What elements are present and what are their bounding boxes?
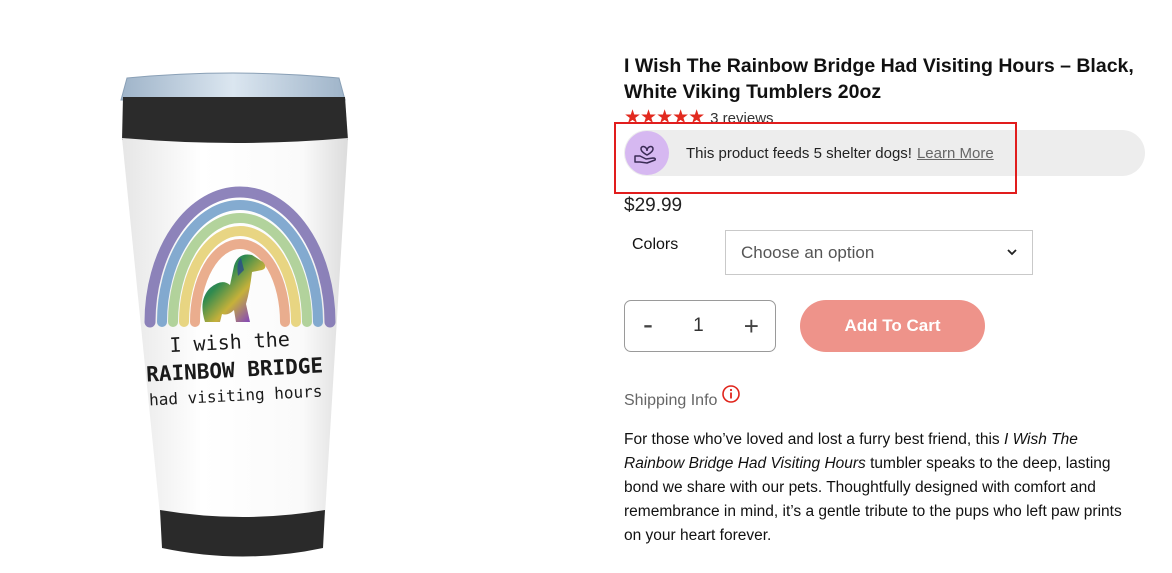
heart-in-hand-icon <box>625 131 669 175</box>
learn-more-link[interactable]: Learn More <box>917 145 994 162</box>
product-title: I Wish The Rainbow Bridge Had Visiting H… <box>624 55 1134 104</box>
product-image[interactable]: I wish the RAINBOW BRIDGE had visiting h… <box>0 0 560 568</box>
rating-row: ★★★★★ 3 reviews <box>624 108 774 128</box>
product-price: $29.99 <box>624 195 683 216</box>
product-description: For those who’ve loved and lost a furry … <box>624 428 1124 548</box>
chevron-down-icon <box>1007 249 1017 256</box>
quantity-increase-button[interactable]: + <box>744 313 759 339</box>
shipping-info-label: Shipping Info <box>624 392 718 409</box>
product-info: I Wish The Rainbow Bridge Had Visiting H… <box>614 0 1154 568</box>
shipping-info[interactable]: Shipping Info <box>624 384 741 410</box>
colors-label: Colors <box>632 236 679 253</box>
color-select-value: Choose an option <box>741 242 875 262</box>
quantity-value[interactable]: 1 <box>693 315 704 337</box>
quantity-stepper: - 1 + <box>624 300 776 352</box>
quantity-decrease-button[interactable]: - <box>643 309 653 340</box>
description-intro: For those who’ve loved and lost a furry … <box>624 431 1004 448</box>
donation-banner: This product feeds 5 shelter dogs! Learn… <box>624 130 1145 176</box>
color-select[interactable]: Choose an option <box>725 230 1033 275</box>
info-icon[interactable] <box>721 384 741 404</box>
donation-text: This product feeds 5 shelter dogs! <box>686 144 912 162</box>
star-rating-icon: ★★★★★ <box>624 107 705 128</box>
add-to-cart-button[interactable]: Add To Cart <box>800 300 985 352</box>
reviews-link[interactable]: 3 reviews <box>710 110 773 127</box>
